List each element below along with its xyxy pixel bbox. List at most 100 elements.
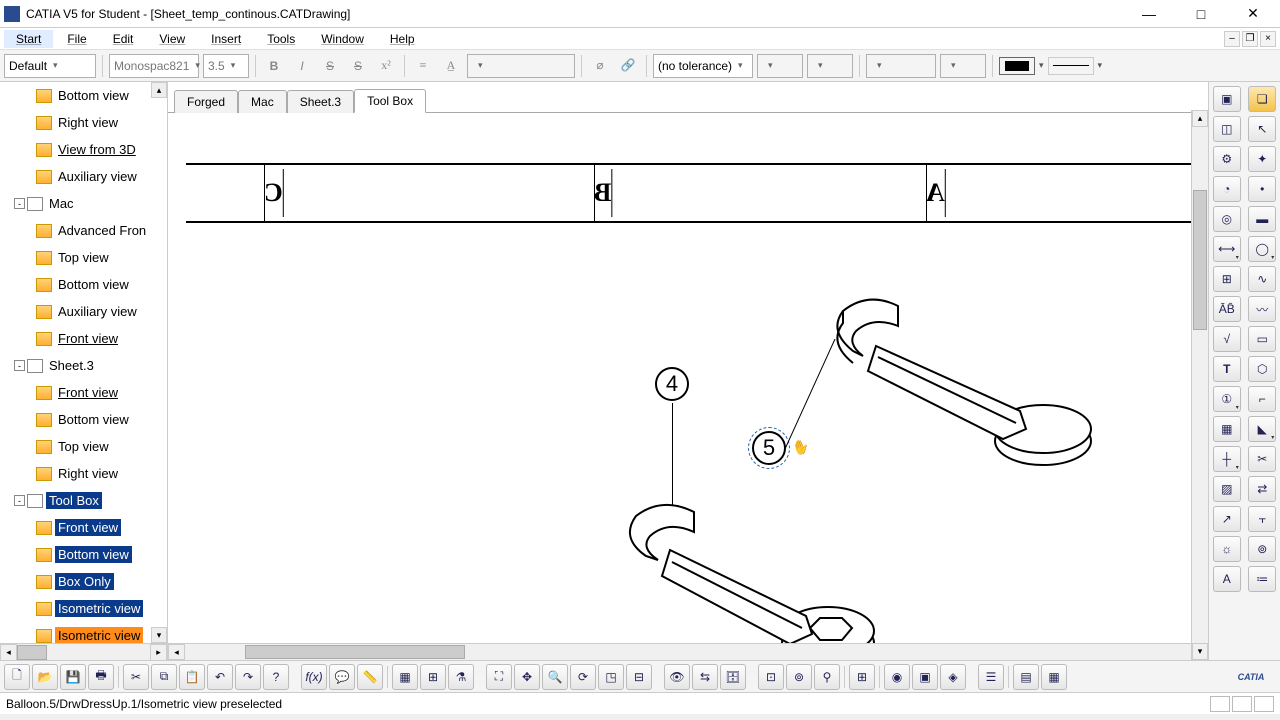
- analysis-button[interactable]: ⚗: [448, 664, 474, 690]
- arrow-button[interactable]: ↗: [1213, 506, 1241, 532]
- frame-titleblock-button[interactable]: ▦: [1041, 664, 1067, 690]
- properties-button[interactable]: 🗄: [720, 664, 746, 690]
- insert-symbol-button[interactable]: ⌀: [588, 54, 612, 78]
- tab-sheet3[interactable]: Sheet.3: [287, 90, 354, 113]
- paste-button[interactable]: 📋: [179, 664, 205, 690]
- show-constraints-button[interactable]: ⊚: [786, 664, 812, 690]
- viewport-vscroll[interactable]: ▴ ▾: [1191, 110, 1208, 660]
- comment-button[interactable]: 💬: [329, 664, 355, 690]
- copy-button[interactable]: ⧉: [151, 664, 177, 690]
- cut-button[interactable]: ✂: [123, 664, 149, 690]
- tree-scroll-right[interactable]: ▸: [150, 644, 167, 661]
- swap-space-button[interactable]: ⇆: [692, 664, 718, 690]
- hide-show-button[interactable]: 👁: [664, 664, 690, 690]
- tree-node[interactable]: Front view: [0, 325, 167, 352]
- tree-scroll-up[interactable]: ▴: [151, 82, 167, 98]
- zoom-button[interactable]: 🔍: [542, 664, 568, 690]
- font-combo[interactable]: Monospac821: [109, 54, 199, 78]
- tol-lo-combo[interactable]: [807, 54, 853, 78]
- tree-label[interactable]: Bottom view: [55, 87, 132, 104]
- hexagon-button[interactable]: ⬡: [1248, 356, 1276, 382]
- formula-button[interactable]: f(x): [301, 664, 327, 690]
- grid-button[interactable]: ▦: [392, 664, 418, 690]
- undo-button[interactable]: ↶: [207, 664, 233, 690]
- clipping-view-button[interactable]: ◎: [1213, 206, 1241, 232]
- justify-button[interactable]: ≡: [411, 54, 435, 78]
- tree-node[interactable]: Auxiliary view: [0, 298, 167, 325]
- tree-label[interactable]: Bottom view: [55, 276, 132, 293]
- tab-toolbox[interactable]: Tool Box: [354, 89, 426, 113]
- corner-button[interactable]: ⌐: [1248, 386, 1276, 412]
- rectangle-button[interactable]: ▭: [1248, 326, 1276, 352]
- tree-label[interactable]: Top view: [55, 249, 112, 266]
- tree-label[interactable]: Front view: [55, 519, 121, 536]
- tree-node[interactable]: Top view: [0, 244, 167, 271]
- tree-expander[interactable]: -: [14, 360, 25, 371]
- select-arrow-button[interactable]: ↖: [1248, 116, 1276, 142]
- tree-node[interactable]: Advanced Fron: [0, 217, 167, 244]
- tree-label[interactable]: Mac: [46, 195, 77, 212]
- tree-label[interactable]: Bottom view: [55, 411, 132, 428]
- status-box-3[interactable]: [1254, 696, 1274, 712]
- tree-node[interactable]: Bottom view: [0, 271, 167, 298]
- new-view-button[interactable]: ▣: [1213, 86, 1241, 112]
- hscroll-thumb[interactable]: [245, 645, 465, 659]
- bold-button[interactable]: B: [262, 54, 286, 78]
- tree-label[interactable]: Isometric view: [55, 600, 143, 617]
- rotate-button[interactable]: ⟳: [570, 664, 596, 690]
- menu-start[interactable]: Start: [4, 30, 53, 48]
- line-button[interactable]: ▬: [1248, 206, 1276, 232]
- chamfer-button[interactable]: ◣▾: [1248, 416, 1276, 442]
- filter-button[interactable]: ⚲: [814, 664, 840, 690]
- mdi-minimize[interactable]: –: [1224, 31, 1240, 47]
- menu-edit[interactable]: Edit: [101, 30, 146, 48]
- vscroll-up[interactable]: ▴: [1192, 110, 1208, 127]
- tree-node[interactable]: View from 3D: [0, 136, 167, 163]
- unit-combo[interactable]: [866, 54, 936, 78]
- axis-line-button[interactable]: ┼▾: [1213, 446, 1241, 472]
- redo-button[interactable]: ↷: [235, 664, 261, 690]
- fontsize-combo[interactable]: 3.5: [203, 54, 249, 78]
- tol-up-combo[interactable]: [757, 54, 803, 78]
- tree-node[interactable]: Box Only: [0, 568, 167, 595]
- tree-label[interactable]: Top view: [55, 438, 112, 455]
- tab-mac[interactable]: Mac: [238, 90, 287, 113]
- point-button[interactable]: •: [1248, 176, 1276, 202]
- create-aux-button[interactable]: ◈: [940, 664, 966, 690]
- color-swatch[interactable]: [999, 57, 1035, 75]
- table-button[interactable]: ▦: [1213, 416, 1241, 442]
- frame-combo[interactable]: [467, 54, 575, 78]
- tree-scroll-left[interactable]: ◂: [0, 644, 17, 661]
- multi-view-button[interactable]: ⊟: [626, 664, 652, 690]
- tree-node[interactable]: Right view: [0, 109, 167, 136]
- tree-label[interactable]: Advanced Fron: [55, 222, 149, 239]
- menu-view[interactable]: View: [147, 30, 197, 48]
- dimensions-button[interactable]: ⟷▾: [1213, 236, 1241, 262]
- spline-button[interactable]: 〰: [1248, 296, 1276, 322]
- tree-node[interactable]: Front view: [0, 379, 167, 406]
- tree-node[interactable]: Auxiliary view: [0, 163, 167, 190]
- print-button[interactable]: 🖶: [88, 664, 114, 690]
- tree-label[interactable]: View from 3D: [55, 141, 139, 158]
- tree-label[interactable]: Isometric view: [55, 627, 143, 643]
- maximize-button[interactable]: □: [1184, 3, 1218, 25]
- spec-tree[interactable]: ▴ ▾ Bottom viewRight viewView from 3DAux…: [0, 82, 168, 660]
- tab-forged[interactable]: Forged: [174, 90, 238, 113]
- area-fill-button[interactable]: ▨: [1213, 476, 1241, 502]
- style-combo[interactable]: Default: [4, 54, 96, 78]
- status-box-2[interactable]: [1232, 696, 1252, 712]
- tree-expander[interactable]: -: [14, 198, 25, 209]
- mdi-close[interactable]: ×: [1260, 31, 1276, 47]
- normal-view-button[interactable]: ◳: [598, 664, 624, 690]
- tree-node[interactable]: -Sheet.3: [0, 352, 167, 379]
- dress-up-button[interactable]: ☼: [1213, 536, 1241, 562]
- unfolded-view-button[interactable]: ◫: [1213, 116, 1241, 142]
- snap-button[interactable]: ⊞: [420, 664, 446, 690]
- section-view-button[interactable]: ⚙: [1213, 146, 1241, 172]
- vscroll-down[interactable]: ▾: [1192, 643, 1208, 660]
- sheet-background-button[interactable]: ▤: [1013, 664, 1039, 690]
- frame-title-button[interactable]: A: [1213, 566, 1241, 592]
- chained-dim-button[interactable]: ⊞: [1213, 266, 1241, 292]
- datum-button[interactable]: ĀB̄: [1213, 296, 1241, 322]
- mdi-restore[interactable]: ❐: [1242, 31, 1258, 47]
